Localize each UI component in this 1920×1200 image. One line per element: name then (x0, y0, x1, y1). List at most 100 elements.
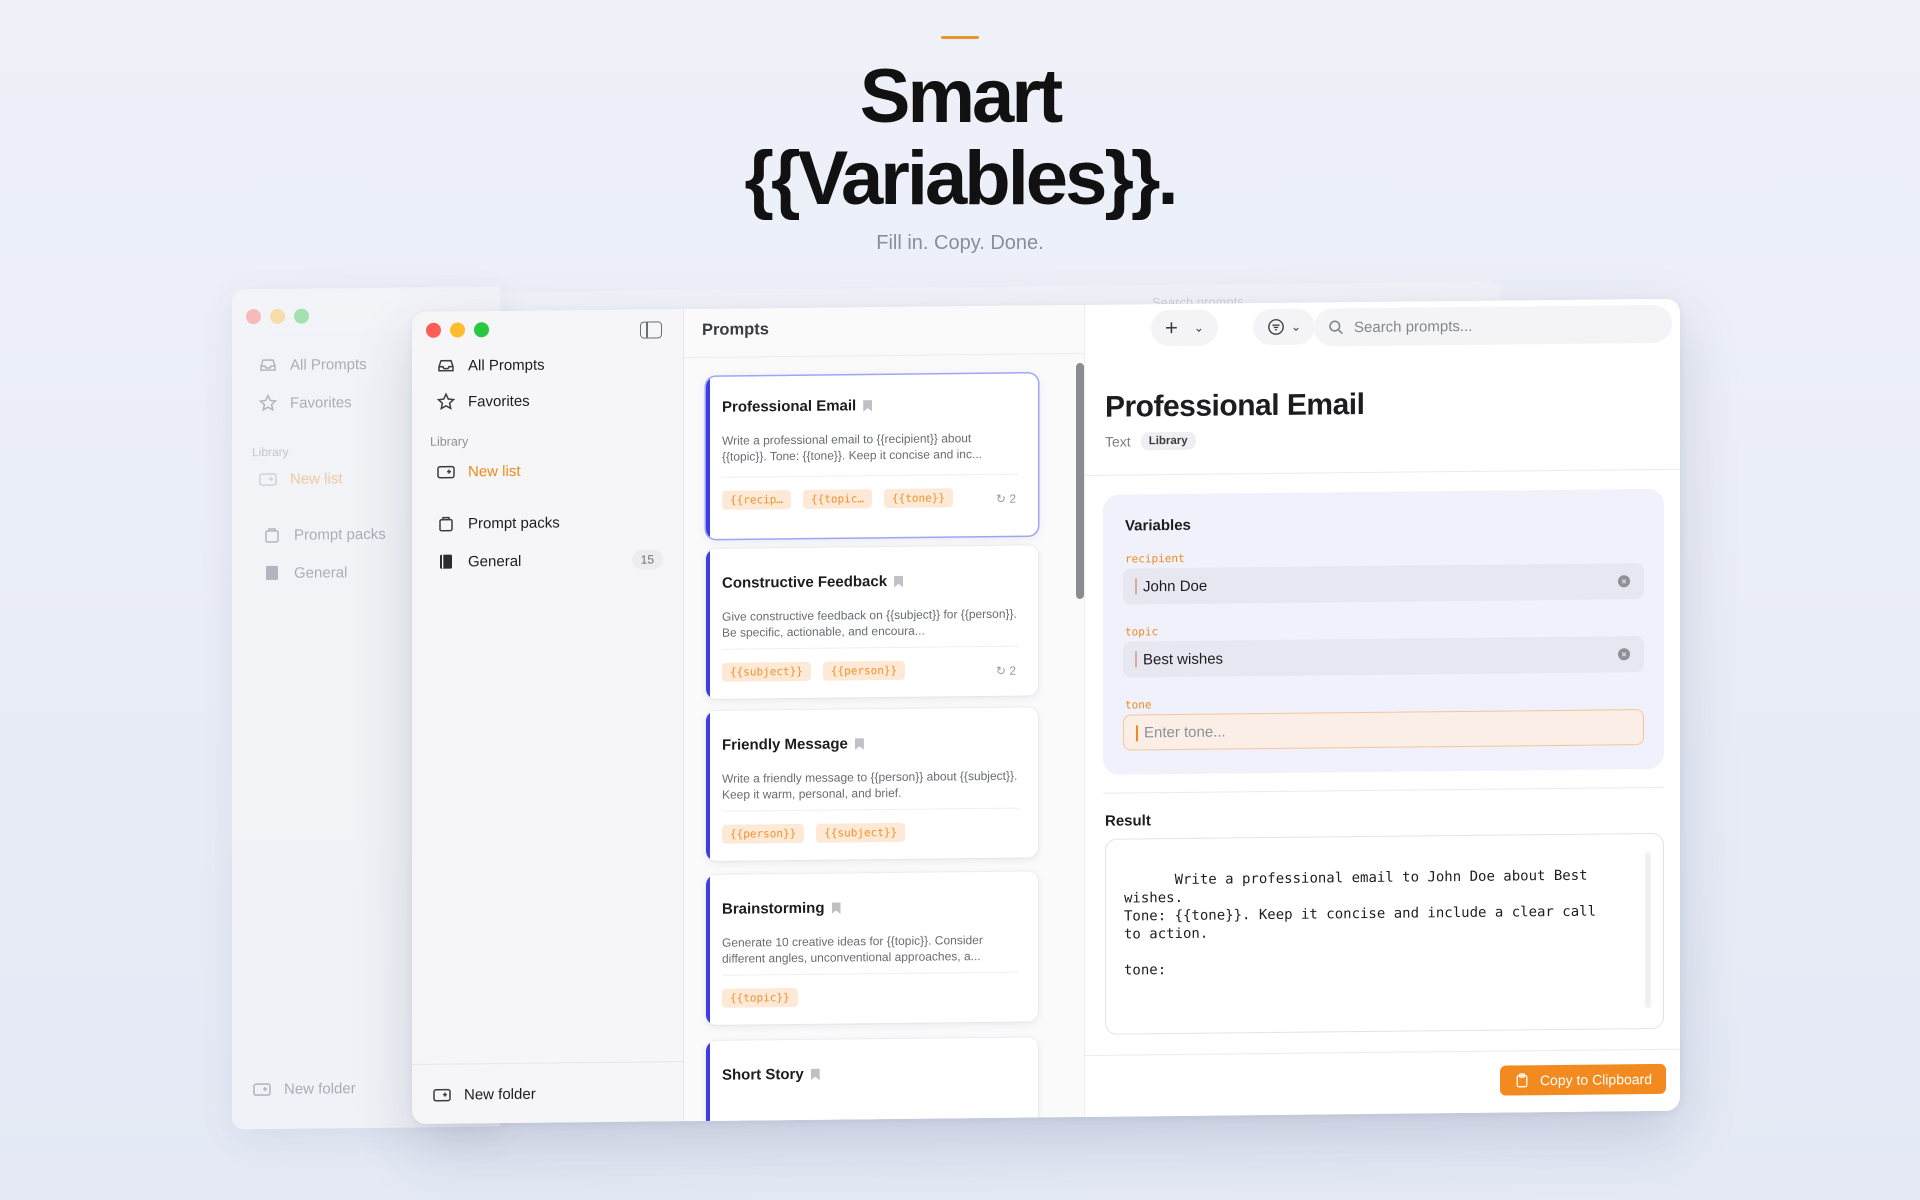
tone-placeholder: Enter tone... (1144, 722, 1226, 741)
copy-to-clipboard-button[interactable]: Copy to Clipboard (1499, 1063, 1666, 1096)
back-traffic-lights (246, 308, 309, 325)
search-input[interactable]: Search prompts... (1314, 304, 1672, 347)
chevron-down-icon: ⌄ (1291, 319, 1302, 334)
card-tags: {{person}} {{subject}} (722, 822, 906, 844)
sidebar-toggle-icon[interactable] (640, 321, 662, 339)
star-icon (258, 393, 278, 412)
sidebar-item-label: Favorites (468, 392, 530, 410)
zoom-window-button[interactable] (474, 322, 489, 338)
detail-divider (1085, 468, 1680, 476)
card-title: Short Story (722, 1066, 820, 1084)
bag-icon (439, 516, 453, 532)
back-item-prompt-packs: Prompt packs (262, 524, 386, 545)
tray-icon (438, 359, 454, 372)
detail-divider (1103, 786, 1664, 794)
result-text[interactable]: Write a professional email to John Doe a… (1105, 832, 1664, 1035)
variables-panel: Variables recipient John Doe × topic Bes… (1103, 488, 1664, 775)
clipboard-icon (1516, 1073, 1528, 1088)
bookmark-icon (811, 1068, 820, 1080)
folder-plus-icon (433, 1088, 451, 1102)
search-placeholder: Search prompts... (1354, 317, 1473, 336)
minimize-window-button[interactable] (450, 322, 465, 338)
result-scrollbar[interactable] (1645, 852, 1651, 1009)
back-library-label: Library (252, 444, 289, 460)
hero-accent-dash (941, 36, 979, 39)
sidebar-item-label: All Prompts (468, 356, 545, 374)
list-scrollbar[interactable] (1076, 362, 1084, 600)
back-item-new-list: New list (258, 468, 343, 489)
plus-icon[interactable]: + (1165, 315, 1178, 340)
list-title: Prompts (702, 320, 769, 339)
library-badge: Library (1140, 431, 1196, 451)
hero-title: Smart {{Variables}}. (744, 54, 1178, 221)
card-divider (722, 807, 1018, 812)
clear-icon[interactable]: × (1618, 575, 1630, 588)
category-bar (706, 548, 710, 699)
prompt-card-brainstorming[interactable]: Brainstorming Generate 10 creative ideas… (706, 871, 1038, 1025)
card-title: Constructive Feedback (722, 573, 903, 592)
variable-label-recipient: recipient (1125, 551, 1185, 566)
clear-icon[interactable]: × (1618, 648, 1630, 661)
folder-plus-icon (253, 1083, 271, 1096)
back-item-new-folder: New folder (252, 1078, 356, 1099)
variable-tag: {{person}} (722, 823, 805, 844)
card-tags: {{topic}} (722, 987, 798, 1008)
detail-pane: + ⌄ ⌄ Search prompts... Professional Ema… (1084, 298, 1680, 1117)
card-divider (722, 971, 1018, 976)
prompt-card-constructive-feedback[interactable]: Constructive Feedback Give constructive … (706, 545, 1038, 699)
card-description: Give constructive feedback on {{subject}… (722, 606, 1017, 640)
card-description: Write a friendly message to {{person}} a… (722, 768, 1018, 802)
folder-plus-icon (259, 473, 277, 486)
variable-tag: {{recip… (722, 490, 791, 510)
prompt-card-friendly-message[interactable]: Friendly Message Write a friendly messag… (706, 707, 1038, 861)
tray-icon (260, 359, 276, 371)
prompt-list: Prompts Professional Email Write a profe… (684, 304, 1084, 1124)
variable-label-tone: tone (1125, 698, 1152, 712)
sidebar-item-label: Prompt packs (468, 513, 560, 532)
card-title: Friendly Message (722, 735, 864, 754)
bag-icon (265, 528, 279, 543)
variable-label-topic: topic (1125, 625, 1159, 639)
recipient-field[interactable]: John Doe × (1123, 563, 1644, 605)
card-title: Professional Email (722, 397, 872, 416)
sidebar: All Prompts Favorites Library New list P… (412, 309, 684, 1124)
bookmark-icon (863, 400, 872, 412)
variable-tag: {{person}} (822, 660, 906, 681)
variable-tag: {{topic… (802, 489, 872, 509)
star-icon (436, 392, 456, 410)
prompt-card-professional-email[interactable]: Professional Email Write a professional … (706, 373, 1038, 539)
traffic-lights (426, 322, 489, 338)
main-window: All Prompts Favorites Library New list P… (412, 298, 1680, 1124)
library-section-label: Library (430, 434, 469, 449)
prompt-meta: Text Library (1105, 431, 1196, 451)
card-divider (722, 473, 1018, 478)
chevron-down-icon[interactable]: ⌄ (1194, 321, 1204, 335)
variable-tag: {{topic}} (722, 987, 798, 1008)
card-divider (722, 645, 1018, 650)
new-folder-button[interactable]: New folder (432, 1076, 663, 1110)
card-title: Brainstorming (722, 900, 841, 918)
sidebar-item-new-list[interactable]: New list (436, 453, 663, 487)
detail-footer: Copy to Clipboard (1085, 1048, 1680, 1117)
sidebar-item-all-prompts[interactable]: All Prompts (436, 347, 663, 381)
bookmark-icon (855, 738, 864, 750)
variable-tag: {{subject}} (816, 822, 906, 843)
filter-icon (1268, 319, 1284, 335)
sidebar-item-favorites[interactable]: Favorites (436, 383, 663, 417)
filter-menu[interactable]: ⌄ (1253, 308, 1316, 346)
search-icon (1329, 320, 1343, 335)
hero-subtitle: Fill in. Copy. Done. (876, 232, 1044, 254)
sidebar-item-general[interactable]: General 15 (436, 543, 663, 577)
category-bar (706, 1040, 710, 1124)
variable-tag: {{subject}} (722, 661, 811, 682)
close-window-button[interactable] (426, 322, 441, 338)
book-icon (440, 554, 452, 569)
topic-field[interactable]: Best wishes × (1123, 636, 1644, 678)
prompt-card-short-story[interactable]: Short Story (706, 1037, 1038, 1124)
book-icon (266, 565, 278, 581)
usage-count: ↻ 2 (995, 663, 1016, 678)
sidebar-item-prompt-packs[interactable]: Prompt packs (436, 505, 663, 539)
new-folder-label: New folder (464, 1085, 536, 1103)
tone-field[interactable]: Enter tone... (1123, 709, 1644, 751)
add-prompt-group[interactable]: + ⌄ (1151, 309, 1218, 347)
